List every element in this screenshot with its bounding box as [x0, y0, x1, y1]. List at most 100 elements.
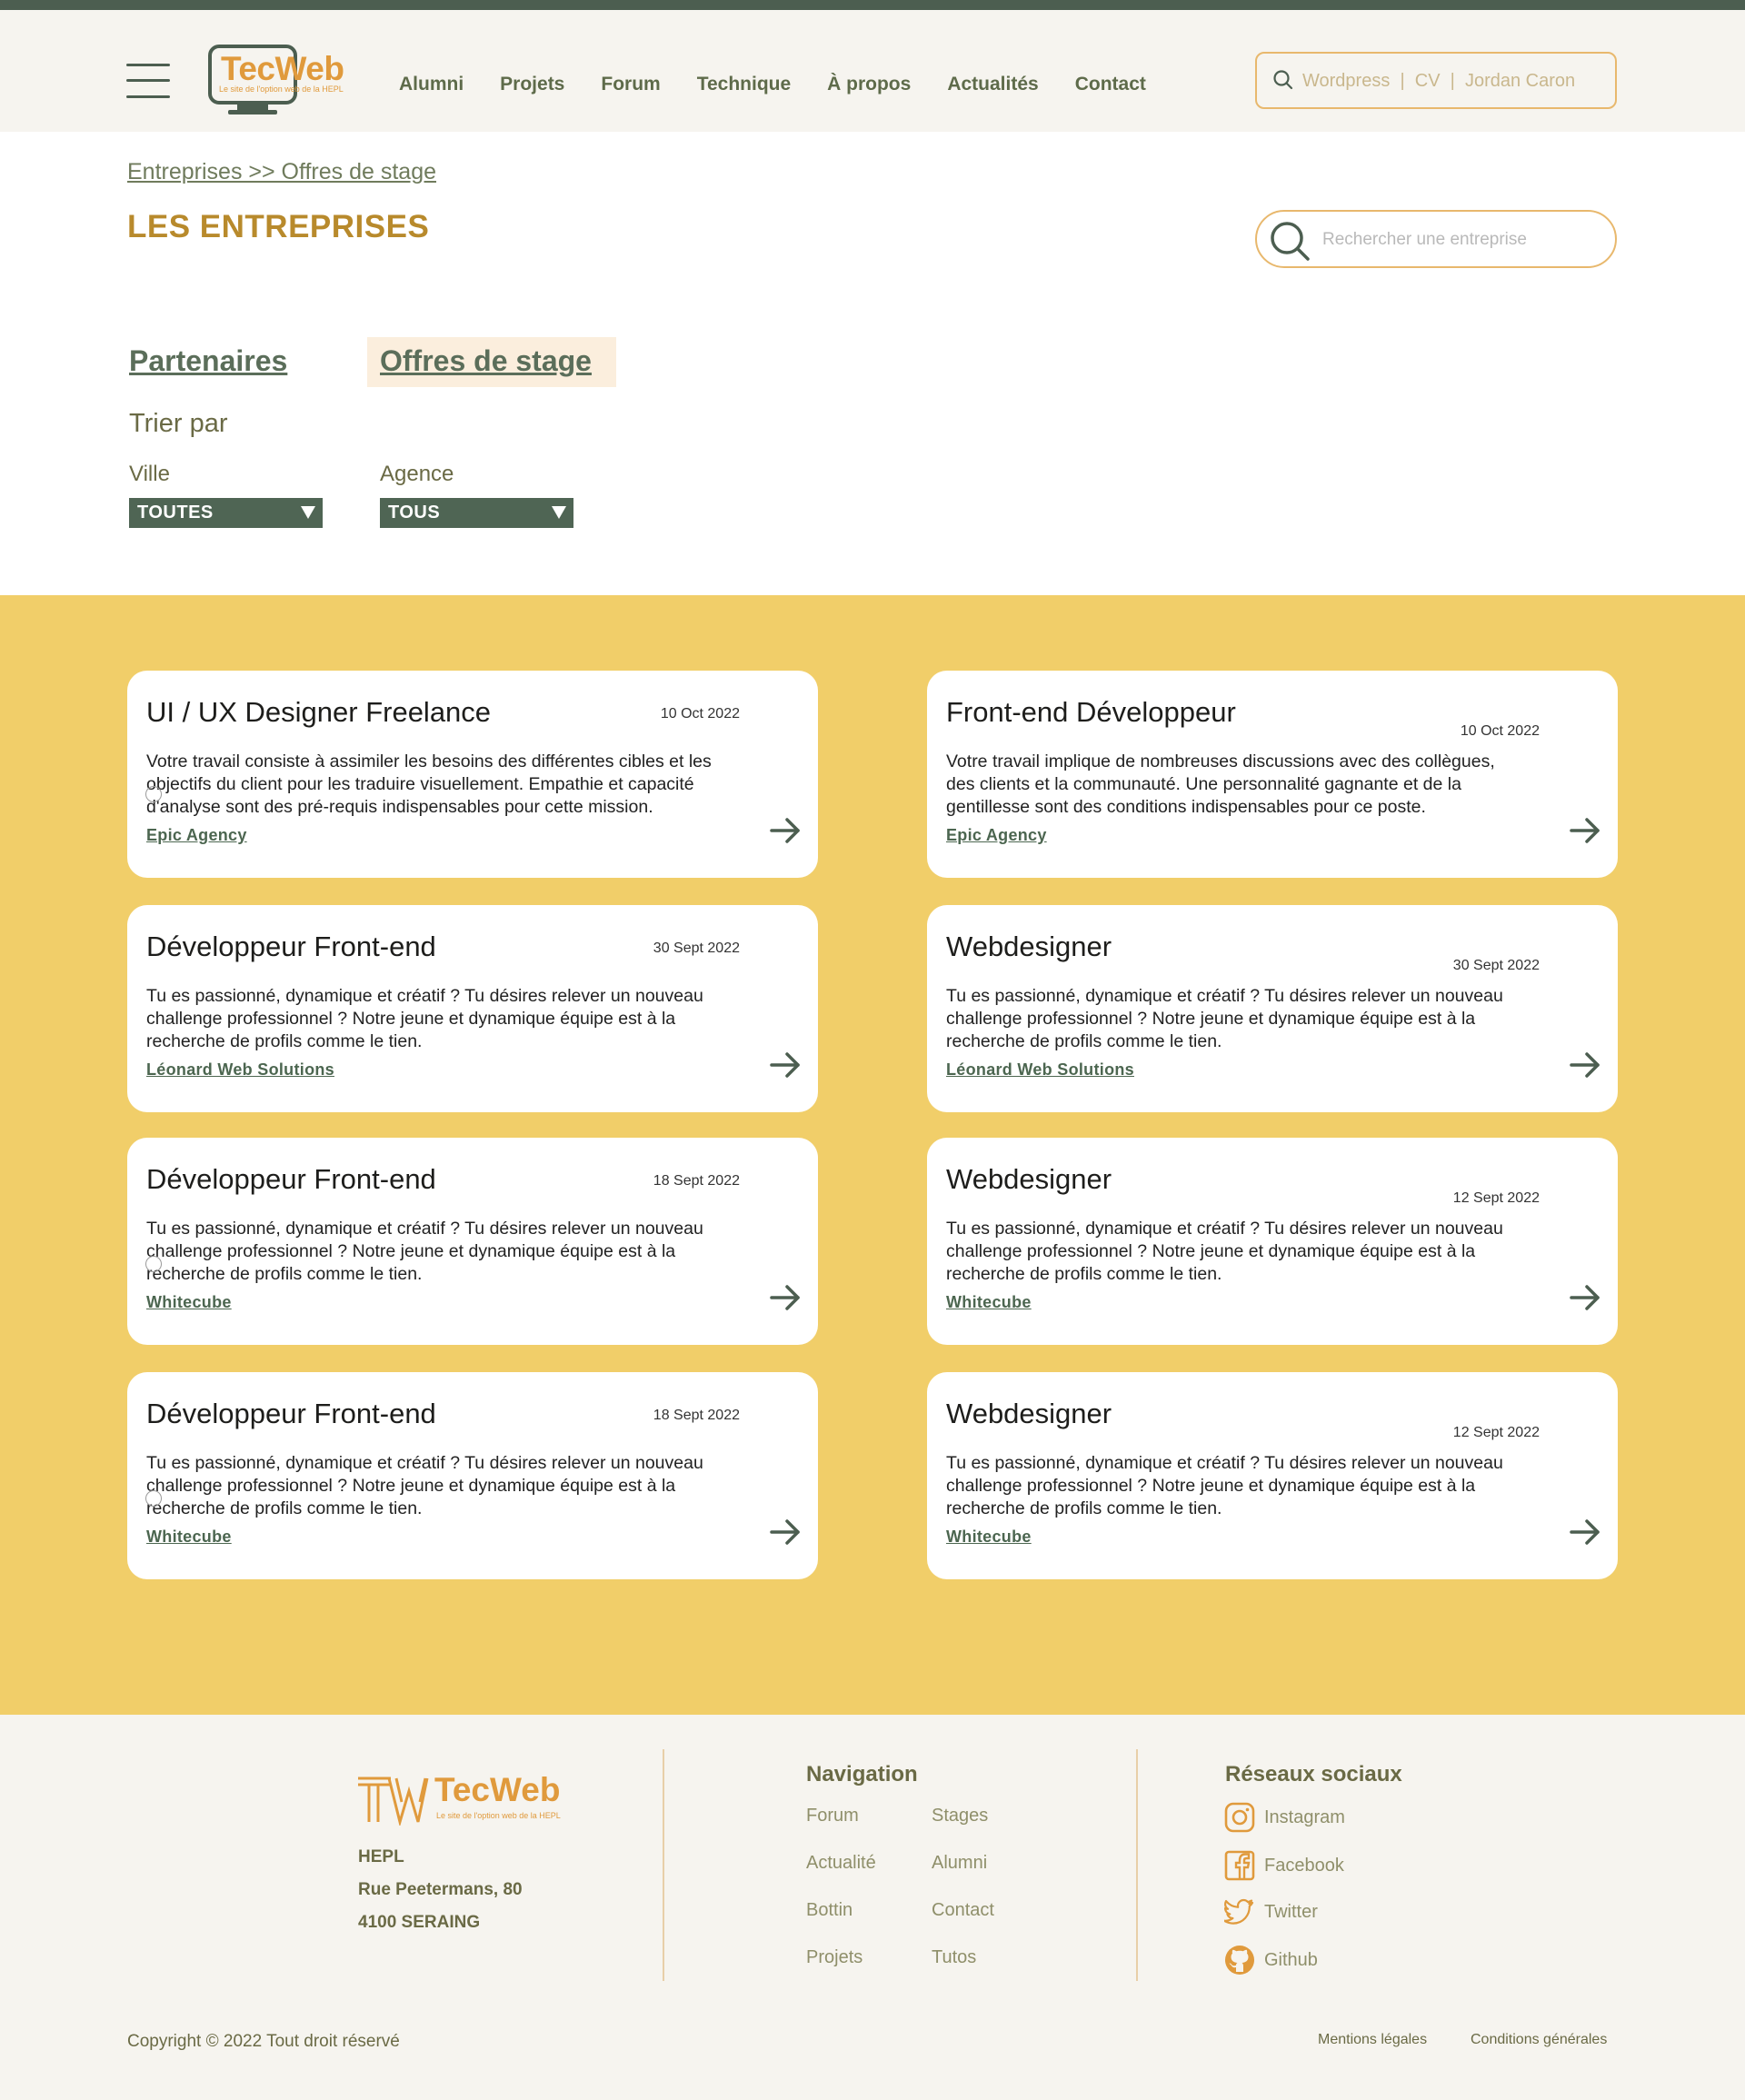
- arrow-right-icon[interactable]: [1569, 816, 1601, 845]
- offer-company-link[interactable]: Epic Agency: [946, 826, 1047, 845]
- offer-card[interactable]: Webdesigner 30 Sept 2022 Tu es passionné…: [927, 905, 1618, 1112]
- tab-offres-de-stage[interactable]: Offres de stage: [367, 337, 616, 387]
- offer-card[interactable]: Développeur Front-end 30 Sept 2022 Tu es…: [127, 905, 818, 1112]
- company-search-input[interactable]: [1322, 226, 1595, 254]
- site-header: TecWeb Le site de l'option web de la HEP…: [0, 10, 1745, 132]
- footer-logo-subtitle: Le site de l'option web de la HEPL: [436, 1811, 561, 1820]
- social-item-instagram[interactable]: Instagram: [1224, 1802, 1345, 1833]
- arrow-right-icon[interactable]: [1569, 1283, 1601, 1312]
- agency-filter-value: TOUS: [388, 503, 441, 523]
- facebook-icon: [1224, 1850, 1255, 1881]
- nav-alumni[interactable]: Alumni: [399, 74, 464, 95]
- nav-contact[interactable]: Contact: [1075, 74, 1146, 95]
- city-filter-label: Ville: [129, 462, 170, 486]
- address-line: Rue Peetermans, 80: [358, 1880, 523, 1899]
- offer-date: 30 Sept 2022: [653, 941, 740, 956]
- offer-card[interactable]: Développeur Front-end 18 Sept 2022 Tu es…: [127, 1138, 818, 1345]
- footer-link-tutos[interactable]: Tutos: [932, 1947, 976, 1968]
- site-search-input[interactable]: [1302, 66, 1602, 95]
- social-link-label[interactable]: Twitter: [1264, 1902, 1318, 1923]
- offer-card[interactable]: Front-end Développeur 10 Oct 2022 Votre …: [927, 671, 1618, 878]
- offer-description: Votre travail implique de nombreuses dis…: [946, 751, 1495, 817]
- address-line: 4100 SERAING: [358, 1913, 481, 1932]
- arrow-right-icon[interactable]: [769, 816, 802, 845]
- social-item-twitter[interactable]: Twitter: [1224, 1896, 1318, 1927]
- offer-title: Webdesigner: [946, 931, 1112, 962]
- dropdown-arrow-icon: [301, 506, 315, 519]
- offer-card[interactable]: Webdesigner 12 Sept 2022 Tu es passionné…: [927, 1372, 1618, 1579]
- offers-section: UI / UX Designer Freelance 10 Oct 2022 V…: [0, 595, 1745, 1715]
- logo-subtitle: Le site de l'option web de la HEPL: [219, 85, 344, 94]
- offer-title: Développeur Front-end: [146, 1163, 436, 1195]
- offer-date: 18 Sept 2022: [653, 1408, 740, 1423]
- agency-filter-select[interactable]: TOUS: [380, 498, 573, 528]
- footer-link-contact[interactable]: Contact: [932, 1900, 994, 1921]
- radio-circle-icon: [145, 786, 162, 802]
- offer-title: UI / UX Designer Freelance: [146, 696, 492, 728]
- arrow-right-icon[interactable]: [1569, 1050, 1601, 1080]
- tab-partenaires[interactable]: Partenaires: [116, 337, 300, 387]
- search-icon[interactable]: [1272, 69, 1294, 91]
- top-accent-bar: [0, 0, 1745, 10]
- conditions-generales-link[interactable]: Conditions générales: [1471, 2032, 1607, 2048]
- social-link-label[interactable]: Instagram: [1264, 1807, 1345, 1828]
- arrow-right-icon[interactable]: [769, 1283, 802, 1312]
- github-icon: [1225, 1946, 1254, 1975]
- arrow-right-icon[interactable]: [769, 1518, 802, 1547]
- offer-company-link[interactable]: Epic Agency: [146, 826, 247, 845]
- offer-card[interactable]: Webdesigner 12 Sept 2022 Tu es passionné…: [927, 1138, 1618, 1345]
- footer-navigation-title: Navigation: [806, 1762, 918, 1786]
- nav-forum[interactable]: Forum: [601, 74, 660, 95]
- footer-link-forum[interactable]: Forum: [806, 1806, 859, 1826]
- site-search: [1255, 52, 1617, 109]
- offer-description: Tu es passionné, dynamique et créatif ? …: [946, 986, 1503, 1051]
- search-icon[interactable]: [1268, 219, 1311, 263]
- instagram-icon: [1224, 1802, 1255, 1833]
- site-logo[interactable]: TecWeb Le site de l'option web de la HEP…: [208, 45, 368, 117]
- social-item-github[interactable]: Github: [1224, 1945, 1318, 1976]
- offer-company-link[interactable]: Léonard Web Solutions: [146, 1060, 334, 1080]
- footer-social-title: Réseaux sociaux: [1225, 1762, 1402, 1786]
- nav-technique[interactable]: Technique: [697, 74, 791, 95]
- mentions-legales-link[interactable]: Mentions légales: [1318, 2032, 1427, 2048]
- offer-company-link[interactable]: Whitecube: [946, 1528, 1032, 1547]
- page-title: LES ENTREPRISES: [127, 209, 430, 244]
- offer-company-link[interactable]: Whitecube: [146, 1528, 232, 1547]
- offer-description: Tu es passionné, dynamique et créatif ? …: [146, 1219, 703, 1284]
- twitter-icon: [1224, 1898, 1254, 1925]
- arrow-right-icon[interactable]: [1569, 1518, 1601, 1547]
- offer-date: 10 Oct 2022: [660, 706, 740, 722]
- social-link-label[interactable]: Github: [1264, 1950, 1318, 1971]
- arrow-right-icon[interactable]: [769, 1050, 802, 1080]
- tw-logo-icon: [358, 1777, 429, 1826]
- menu-icon[interactable]: [126, 64, 170, 98]
- footer-link-bottin[interactable]: Bottin: [806, 1900, 853, 1921]
- city-filter-select[interactable]: TOUTES: [129, 498, 323, 528]
- footer-link-actualite[interactable]: Actualité: [806, 1853, 876, 1874]
- logo-text: TecWeb: [221, 50, 344, 87]
- social-link-label[interactable]: Facebook: [1264, 1856, 1344, 1876]
- sort-title: Trier par: [129, 409, 228, 438]
- offer-company-link[interactable]: Léonard Web Solutions: [946, 1060, 1134, 1080]
- dropdown-arrow-icon: [552, 506, 566, 519]
- offer-company-link[interactable]: Whitecube: [946, 1293, 1032, 1312]
- offer-description: Votre travail consiste à assimiler les b…: [146, 751, 712, 817]
- footer-link-projets[interactable]: Projets: [806, 1947, 863, 1968]
- offer-date: 10 Oct 2022: [1460, 723, 1540, 739]
- social-item-facebook[interactable]: Facebook: [1224, 1850, 1344, 1881]
- offer-title: Front-end Développeur: [946, 696, 1236, 728]
- footer-logo[interactable]: TecWeb Le site de l'option web de la HEP…: [356, 1769, 574, 1829]
- breadcrumb[interactable]: Entreprises >> Offres de stage: [127, 159, 436, 185]
- nav-actualites[interactable]: Actualités: [947, 74, 1038, 95]
- offer-title: Développeur Front-end: [146, 931, 436, 962]
- offer-description: Tu es passionné, dynamique et créatif ? …: [946, 1219, 1503, 1284]
- nav-a-propos[interactable]: À propos: [827, 74, 911, 95]
- offer-company-link[interactable]: Whitecube: [146, 1293, 232, 1312]
- footer-divider: [663, 1749, 664, 1981]
- offer-card[interactable]: UI / UX Designer Freelance 10 Oct 2022 V…: [127, 671, 818, 878]
- footer-link-stages[interactable]: Stages: [932, 1806, 988, 1826]
- site-footer: TecWeb Le site de l'option web de la HEP…: [0, 1715, 1745, 2100]
- footer-link-alumni[interactable]: Alumni: [932, 1853, 987, 1874]
- nav-projets[interactable]: Projets: [500, 74, 564, 95]
- offer-card[interactable]: Développeur Front-end 18 Sept 2022 Tu es…: [127, 1372, 818, 1579]
